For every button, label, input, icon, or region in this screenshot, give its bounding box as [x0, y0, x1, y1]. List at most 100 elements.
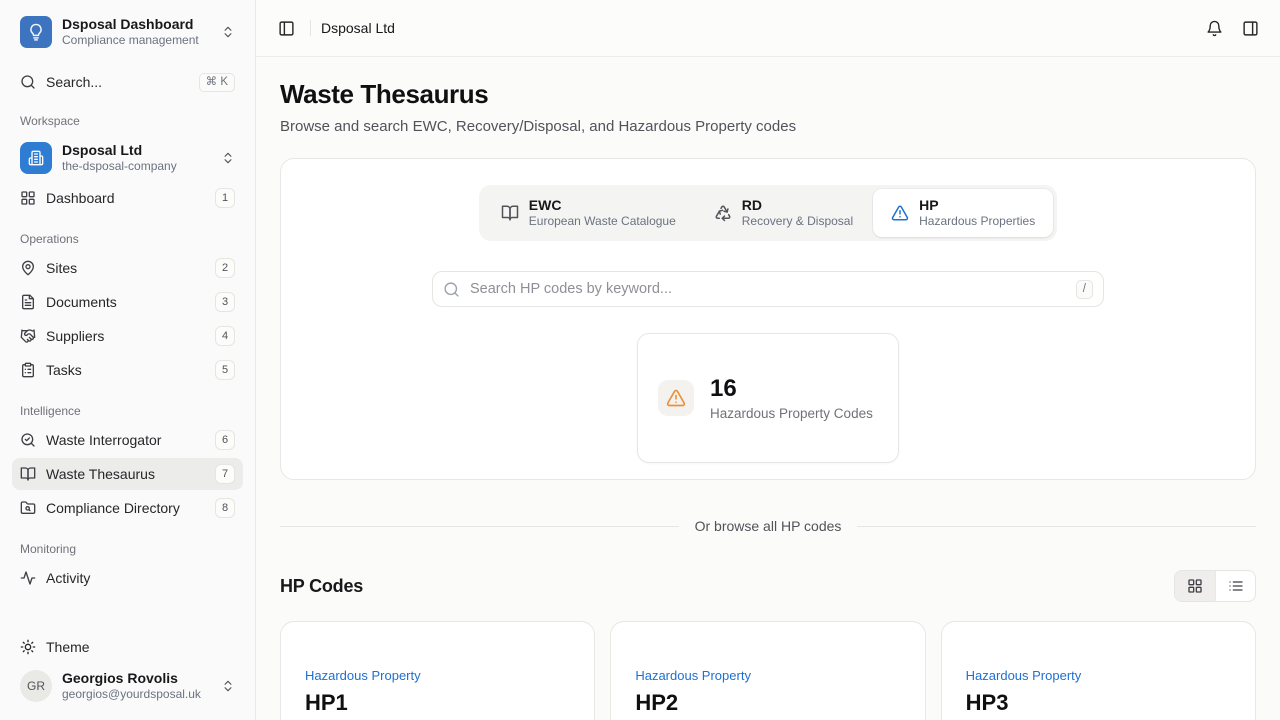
hp-card-code: HP2	[635, 690, 900, 716]
code-search-panel: EWC European Waste Catalogue RD Recovery…	[280, 158, 1256, 480]
browse-divider-label: Or browse all HP codes	[695, 518, 842, 534]
workspace-slug: the-dsposal-company	[62, 159, 211, 174]
app-title: Dsposal Dashboard	[62, 16, 211, 33]
code-type-tabs: EWC European Waste Catalogue RD Recovery…	[479, 185, 1057, 241]
file-text-icon	[20, 294, 36, 310]
tab-hp[interactable]: HP Hazardous Properties	[873, 189, 1053, 237]
codes-header: HP Codes	[280, 570, 1256, 602]
grid-view-icon	[1187, 578, 1203, 594]
avatar: GR	[20, 670, 52, 702]
map-pin-icon	[20, 260, 36, 276]
hp-code-search: /	[432, 271, 1104, 307]
sidebar-search[interactable]: Search... ⌘ K	[20, 68, 235, 96]
hp-card-category: Hazardous Property	[635, 668, 900, 683]
hp-card-code: HP1	[305, 690, 570, 716]
topbar-separator	[310, 20, 311, 36]
right-panel-toggle-button[interactable]	[1236, 14, 1264, 42]
triangle-alert-icon	[891, 204, 909, 222]
breadcrumb: Dsposal Ltd	[321, 20, 395, 36]
section-label-intelligence: Intelligence	[12, 404, 243, 418]
chevrons-up-down-icon	[221, 151, 235, 165]
search-icon	[443, 281, 460, 298]
building-icon	[20, 142, 52, 174]
section-label-monitoring: Monitoring	[12, 542, 243, 556]
hp-count-value: 16	[710, 375, 873, 403]
hp-count-card[interactable]: 16 Hazardous Property Codes	[637, 333, 899, 463]
sidebar-item-tasks[interactable]: Tasks 5	[12, 354, 243, 386]
grid-view-button[interactable]	[1175, 571, 1215, 601]
sidebar-search-label: Search...	[46, 74, 189, 90]
panel-left-icon	[278, 20, 295, 37]
list-view-icon	[1228, 578, 1244, 594]
sidebar-item-sites[interactable]: Sites 2	[12, 252, 243, 284]
bell-icon	[1206, 20, 1223, 37]
nav-badge: 2	[215, 258, 235, 278]
app-switcher[interactable]: Dsposal Dashboard Compliance management	[12, 0, 243, 52]
codes-section-title: HP Codes	[280, 576, 363, 597]
topbar: Dsposal Ltd	[256, 0, 1280, 57]
notifications-button[interactable]	[1200, 14, 1228, 42]
hp-code-card[interactable]: Hazardous Property HP1	[280, 621, 595, 720]
sidebar-toggle-button[interactable]	[272, 14, 300, 42]
sun-icon	[20, 639, 36, 655]
sidebar-nav: Workspace Dsposal Ltd the-dsposal-compan…	[0, 96, 255, 628]
search-check-icon	[20, 432, 36, 448]
sidebar-item-compliance-directory[interactable]: Compliance Directory 8	[12, 492, 243, 524]
tab-rd[interactable]: RD Recovery & Disposal	[696, 189, 871, 237]
hp-codes-grid: Hazardous Property HP1 Hazardous Propert…	[280, 621, 1256, 720]
activity-icon	[20, 570, 36, 586]
nav-badge: 5	[215, 360, 235, 380]
user-name: Georgios Rovolis	[62, 670, 211, 687]
page-subtitle: Browse and search EWC, Recovery/Disposal…	[280, 118, 1256, 135]
theme-toggle[interactable]: Theme	[12, 632, 243, 662]
nav-badge: 3	[215, 292, 235, 312]
chevrons-up-down-icon	[221, 679, 235, 693]
hp-code-card[interactable]: Hazardous Property HP3	[941, 621, 1256, 720]
section-label-operations: Operations	[12, 232, 243, 246]
sidebar-item-documents[interactable]: Documents 3	[12, 286, 243, 318]
app-logo-icon	[20, 16, 52, 48]
recycle-icon	[714, 204, 732, 222]
chevrons-up-down-icon	[221, 25, 235, 39]
nav-badge: 1	[215, 188, 235, 208]
folder-search-icon	[20, 500, 36, 516]
sidebar-footer: Theme GR Georgios Rovolis georgios@yourd…	[0, 628, 255, 720]
handshake-icon	[20, 328, 36, 344]
triangle-alert-icon	[658, 380, 694, 416]
hp-card-code: HP3	[966, 690, 1231, 716]
hp-card-category: Hazardous Property	[966, 668, 1231, 683]
workspace-switcher[interactable]: Dsposal Ltd the-dsposal-company	[12, 134, 243, 182]
sidebar: Dsposal Dashboard Compliance management …	[0, 0, 256, 720]
sidebar-item-activity[interactable]: Activity	[12, 562, 243, 594]
nav-badge: 6	[215, 430, 235, 450]
nav-badge: 8	[215, 498, 235, 518]
sidebar-item-waste-interrogator[interactable]: Waste Interrogator 6	[12, 424, 243, 456]
main-area: Dsposal Ltd Waste Thesaurus Browse and s…	[256, 0, 1280, 720]
user-menu[interactable]: GR Georgios Rovolis georgios@yourdsposal…	[12, 662, 243, 710]
user-email: georgios@yourdsposal.uk	[62, 687, 211, 702]
sidebar-item-suppliers[interactable]: Suppliers 4	[12, 320, 243, 352]
hp-code-card[interactable]: Hazardous Property HP2	[610, 621, 925, 720]
panel-right-icon	[1242, 20, 1259, 37]
sidebar-item-waste-thesaurus[interactable]: Waste Thesaurus 7	[12, 458, 243, 490]
search-slash-kbd: /	[1076, 280, 1093, 299]
tab-ewc[interactable]: EWC European Waste Catalogue	[483, 189, 694, 237]
workspace-name: Dsposal Ltd	[62, 142, 211, 159]
nav-badge: 4	[215, 326, 235, 346]
hp-count-label: Hazardous Property Codes	[710, 406, 873, 421]
view-toggle	[1174, 570, 1256, 602]
browse-divider: Or browse all HP codes	[280, 518, 1256, 534]
search-shortcut-kbd: ⌘ K	[199, 73, 235, 92]
search-icon	[20, 74, 36, 90]
layout-grid-icon	[20, 190, 36, 206]
page-title: Waste Thesaurus	[280, 79, 1256, 110]
book-open-icon	[501, 204, 519, 222]
clipboard-list-icon	[20, 362, 36, 378]
section-label-workspace: Workspace	[12, 114, 243, 128]
hp-card-category: Hazardous Property	[305, 668, 570, 683]
sidebar-item-dashboard[interactable]: Dashboard 1	[12, 182, 243, 214]
page-content: Waste Thesaurus Browse and search EWC, R…	[256, 57, 1280, 720]
hp-code-search-input[interactable]	[470, 281, 1066, 297]
book-open-icon	[20, 466, 36, 482]
list-view-button[interactable]	[1215, 571, 1255, 601]
